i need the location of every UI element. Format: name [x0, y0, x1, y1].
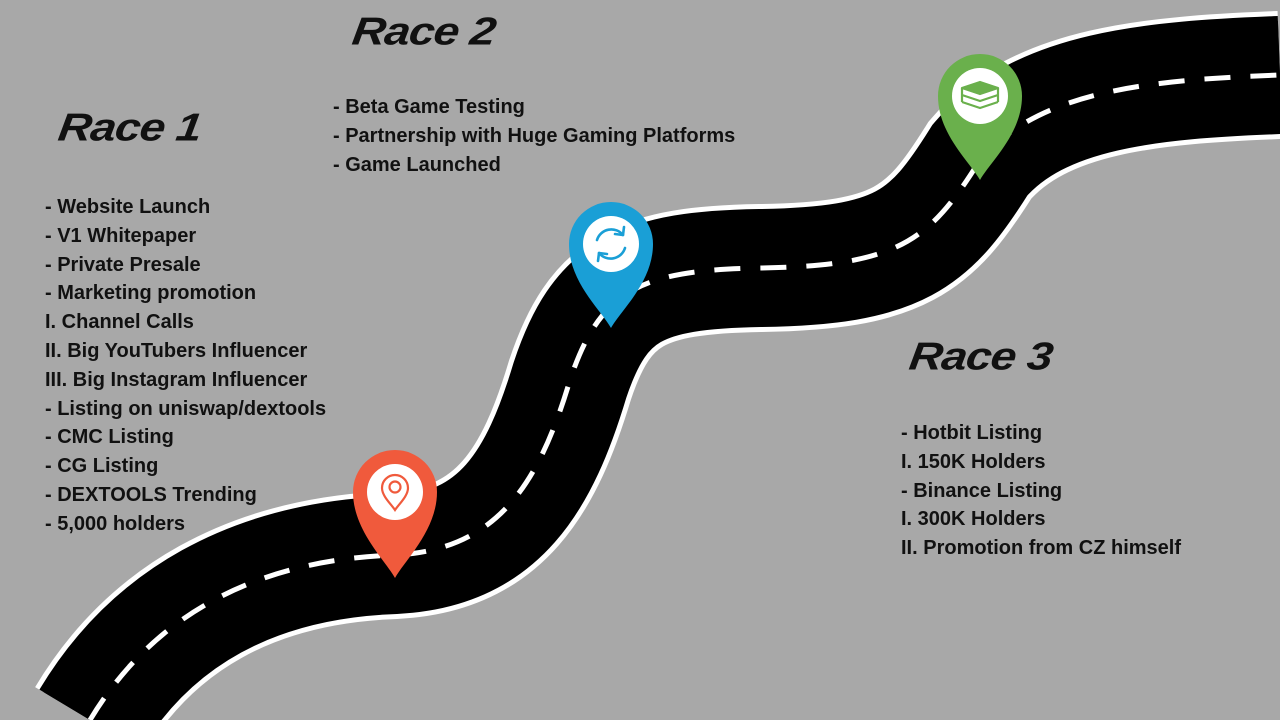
race-3-title: Race 3: [906, 333, 1056, 379]
list-item: - Binance Listing: [901, 479, 1063, 502]
list-item: III. Big Instagram Influencer: [45, 368, 308, 391]
race-1-title: Race 1: [55, 104, 205, 150]
list-item: I. 150K Holders: [901, 450, 1046, 473]
race-2-title: Race 2: [349, 8, 499, 54]
list-item: - Game Launched: [333, 153, 501, 176]
race-1-list: - Website Launch - V1 Whitepaper - Priva…: [45, 193, 326, 539]
list-item: - DEXTOOLS Trending: [45, 483, 257, 506]
list-item: - V1 Whitepaper: [45, 224, 197, 247]
list-item: II. Big YouTubers Influencer: [45, 339, 308, 362]
list-item: - 5,000 holders: [45, 512, 186, 535]
race-2-list: - Beta Game Testing - Partnership with H…: [333, 93, 735, 179]
list-item: I. Channel Calls: [45, 311, 194, 334]
list-item: - Listing on uniswap/dextools: [45, 397, 327, 420]
list-item: - Hotbit Listing: [901, 422, 1043, 444]
list-item: - Beta Game Testing: [333, 96, 525, 118]
list-item: II. Promotion from CZ himself: [901, 537, 1182, 560]
list-item: - CMC Listing: [45, 426, 174, 449]
list-item: I. 300K Holders: [901, 508, 1046, 531]
list-item: - Website Launch: [45, 196, 211, 218]
list-item: - CG Listing: [45, 455, 159, 478]
list-item: - Partnership with Huge Gaming Platforms: [333, 124, 736, 147]
list-item: - Private Presale: [45, 253, 201, 276]
race-3-list: - Hotbit Listing I. 150K Holders - Binan…: [901, 419, 1181, 563]
list-item: - Marketing promotion: [45, 282, 257, 305]
